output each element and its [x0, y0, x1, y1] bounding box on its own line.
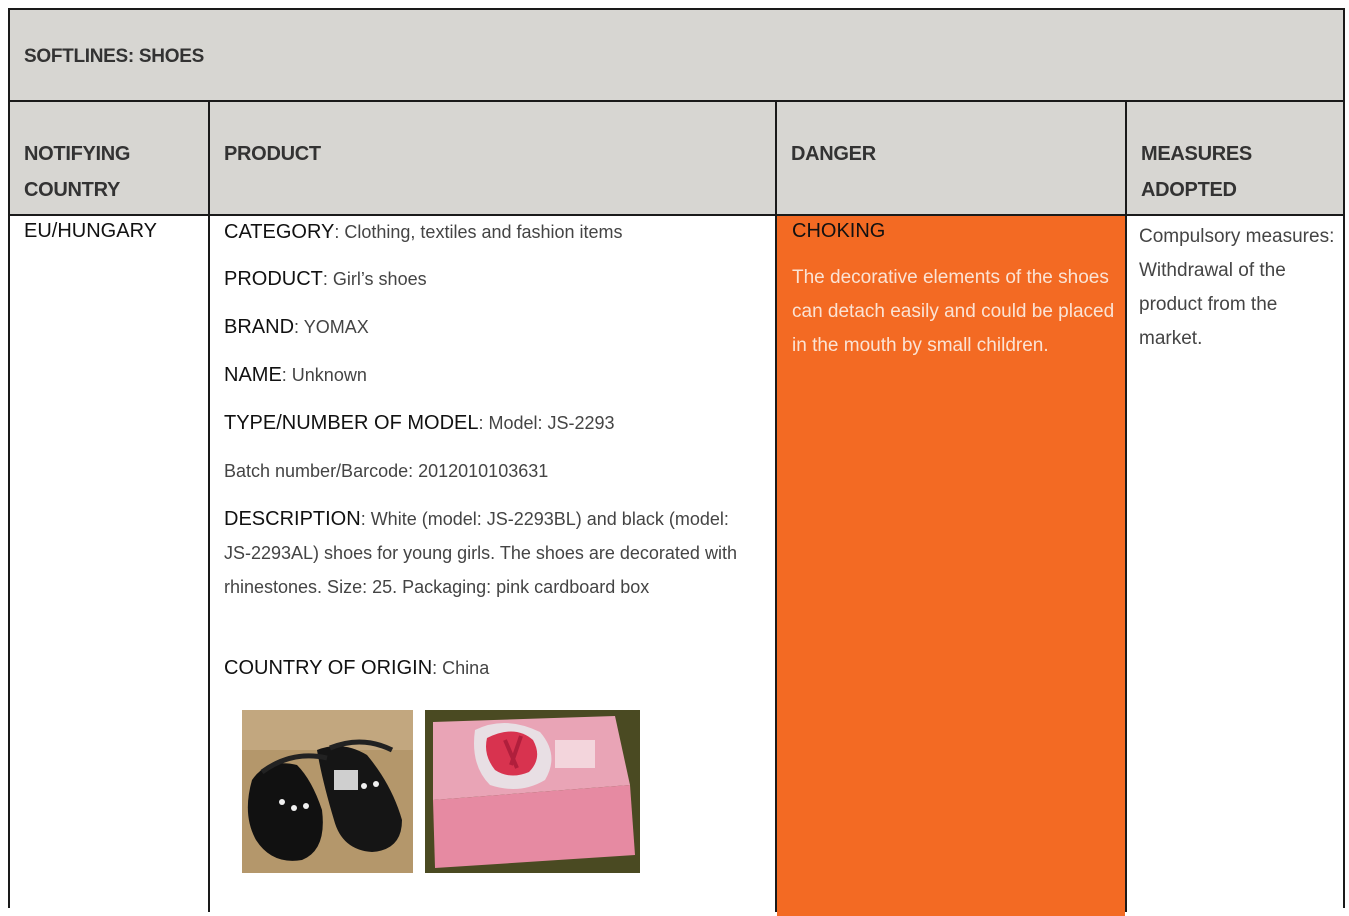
- notifying-country: EU/HUNGARY: [24, 220, 157, 242]
- header-danger-label: DANGER: [791, 143, 876, 165]
- name-value: : Unknown: [281, 365, 367, 385]
- model-value: : Model: JS-2293: [478, 413, 615, 433]
- model-field: TYPE/NUMBER OF MODEL: Model: JS-2293: [224, 406, 764, 440]
- header-product-label: PRODUCT: [224, 143, 321, 165]
- description-field: DESCRIPTION: White (model: JS-2293BL) an…: [224, 502, 759, 604]
- header-product: PRODUCT: [210, 102, 775, 216]
- shoes-photo: [242, 710, 413, 873]
- header-country-label: NOTIFYING COUNTRY: [24, 143, 131, 201]
- origin-value: : China: [432, 658, 490, 678]
- brand-key: BRAND: [224, 316, 295, 338]
- category-key: CATEGORY: [224, 221, 335, 243]
- product-field: PRODUCT: Girl’s shoes: [224, 262, 764, 296]
- section-title: SOFTLINES: SHOES: [24, 46, 204, 67]
- danger-title: CHOKING: [792, 220, 886, 242]
- header-measures: MEASURES ADOPTED: [1127, 102, 1343, 216]
- category-value: : Clothing, textiles and fashion items: [334, 222, 623, 242]
- measures-adopted: Compulsory measures: Withdrawal of the p…: [1139, 226, 1335, 349]
- product-key: PRODUCT: [224, 268, 323, 290]
- header-danger: DANGER: [777, 102, 1125, 216]
- name-field: NAME: Unknown: [224, 358, 764, 392]
- origin-field: COUNTRY OF ORIGIN: China: [224, 651, 764, 685]
- danger-description: The decorative elements of the shoes can…: [792, 267, 1115, 356]
- brand-field: BRAND: YOMAX: [224, 310, 764, 344]
- packaging-photo: [425, 710, 640, 873]
- description-key: DESCRIPTION: [224, 508, 361, 530]
- pink-box-illustration: [425, 710, 640, 873]
- shoes-illustration: [242, 710, 413, 873]
- header-notifying-country: NOTIFYING COUNTRY: [10, 102, 208, 216]
- origin-key: COUNTRY OF ORIGIN: [224, 657, 433, 679]
- alert-table: SOFTLINES: SHOES NOTIFYING COUNTRY PRODU…: [8, 8, 1345, 916]
- batch-field: Batch number/Barcode: 2012010103631: [224, 461, 549, 481]
- category-field: CATEGORY: Clothing, textiles and fashion…: [224, 215, 764, 249]
- column-divider: [775, 102, 777, 912]
- name-key: NAME: [224, 364, 282, 386]
- column-divider: [208, 102, 210, 912]
- product-value: : Girl’s shoes: [322, 269, 427, 289]
- header-measures-label: MEASURES ADOPTED: [1141, 143, 1252, 201]
- column-divider: [1125, 102, 1127, 912]
- section-header: SOFTLINES: SHOES: [10, 10, 1343, 102]
- model-key: TYPE/NUMBER OF MODEL: [224, 412, 479, 434]
- brand-value: : YOMAX: [294, 317, 369, 337]
